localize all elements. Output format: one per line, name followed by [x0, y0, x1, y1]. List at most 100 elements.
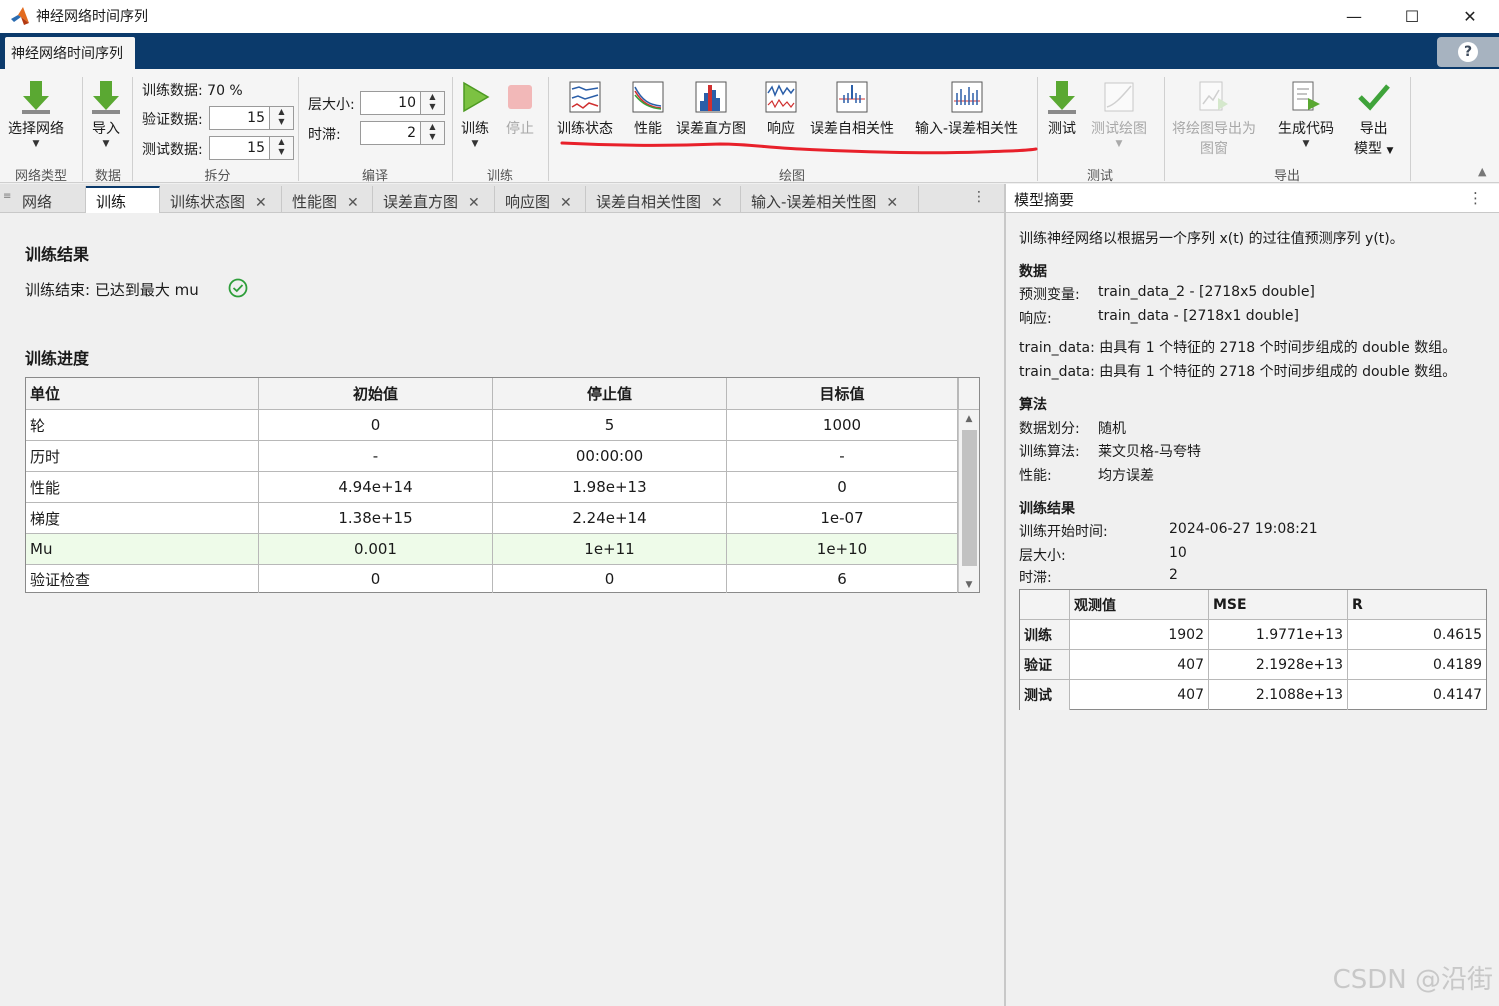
table-cell: -: [727, 441, 958, 471]
table-cell: 历时: [26, 441, 259, 471]
import-arrow-icon: [92, 81, 120, 114]
close-tab-icon[interactable]: ✕: [468, 195, 480, 211]
close-tab-icon[interactable]: ✕: [711, 195, 723, 211]
help-icon: ?: [1458, 42, 1478, 62]
performance-plot-button[interactable]: 性能: [632, 77, 664, 139]
tab-label: 输入-误差相关性图: [751, 193, 877, 211]
spinner-arrows-icon[interactable]: ▲ ▼: [420, 122, 444, 144]
close-tab-icon[interactable]: ✕: [886, 195, 898, 211]
autocorrelation-icon: [836, 81, 868, 113]
table-cell: -: [259, 441, 493, 471]
spinner-arrows-icon[interactable]: ▲ ▼: [420, 92, 444, 114]
layer-size-spinner[interactable]: 10 ▲ ▼: [360, 91, 445, 115]
layer-size-label: 层大小:: [308, 97, 355, 113]
cross-correlation-icon: [951, 81, 983, 113]
test-data-value: 15: [247, 140, 265, 156]
tab-performance-plot[interactable]: 性能图 ✕: [282, 186, 373, 213]
tab-error-histogram-plot[interactable]: 误差直方图 ✕: [373, 186, 495, 213]
scrollbar-thumb[interactable]: [962, 430, 977, 566]
tab-menu-icon[interactable]: ≡: [3, 191, 11, 202]
export-model-button[interactable]: 导出 模型 ▼: [1354, 77, 1393, 161]
validation-data-spinner[interactable]: 15 ▲ ▼: [209, 106, 294, 130]
input-error-correlation-plot-button[interactable]: 输入-误差相关性: [915, 77, 1018, 139]
tab-label: 误差直方图: [383, 193, 459, 211]
toolstrip: 选择网络 ▼ 网络类型 导入 ▼ 数据 训练数据: 70 % 验证数据: 15 …: [0, 69, 1499, 184]
close-tab-icon[interactable]: ✕: [347, 195, 359, 211]
maximize-button[interactable]: ☐: [1383, 0, 1441, 33]
tab-network[interactable]: 网络: [12, 186, 86, 213]
scroll-down-icon[interactable]: ▼: [959, 580, 979, 590]
more-options-icon[interactable]: ⋮: [1468, 189, 1483, 207]
response-label: 响应: [767, 121, 795, 137]
response-plot-icon: [765, 81, 797, 113]
tab-training-state-plot[interactable]: 训练状态图 ✕: [160, 186, 282, 213]
close-tab-icon[interactable]: ✕: [255, 195, 267, 211]
separator: [1037, 77, 1038, 181]
header-initial: 初始值: [259, 378, 493, 409]
summary-intro: 训练神经网络以根据另一个序列 x(t) 的过往值预测序列 y(t)。: [1019, 231, 1404, 247]
algorithm-value: 莱文贝格-马夸特: [1098, 444, 1202, 460]
error-autocorrelation-plot-button[interactable]: 误差自相关性: [810, 77, 894, 139]
dropdown-arrow-icon: ▼: [32, 139, 40, 149]
separator: [82, 77, 83, 181]
training-state-plot-button[interactable]: 训练状态: [557, 77, 613, 139]
scroll-up-icon[interactable]: ▲: [959, 414, 979, 424]
table-scrollbar[interactable]: ▲ ▼: [958, 410, 979, 592]
import-button[interactable]: 导入 ▼: [90, 77, 122, 149]
tab-time-series[interactable]: 神经网络时间序列: [5, 37, 135, 69]
layer-size-value: 10: [398, 95, 416, 111]
table-cell: 0: [259, 565, 493, 593]
minimize-button[interactable]: —: [1325, 0, 1383, 33]
response-plot-button[interactable]: 响应: [765, 77, 797, 139]
delay-label: 时滞:: [308, 127, 341, 143]
input-error-correlation-label: 输入-误差相关性: [915, 121, 1019, 137]
test-plot-label: 测试绘图: [1091, 121, 1147, 137]
table-cell: 0.4147: [1433, 687, 1482, 703]
table-cell: 1902: [1070, 620, 1209, 649]
tab-input-error-correlation-plot[interactable]: 输入-误差相关性图 ✕: [741, 186, 919, 213]
train-button[interactable]: 训练 ▼: [460, 77, 490, 149]
more-options-icon[interactable]: ⋮: [972, 189, 986, 205]
summary-table-header: 观测值 MSE R: [1020, 590, 1486, 620]
close-tab-icon[interactable]: ✕: [560, 195, 572, 211]
matlab-logo-icon: [11, 7, 29, 25]
success-check-icon: [228, 278, 248, 298]
group-split: 拆分: [204, 169, 231, 184]
red-underline-annotation: [560, 141, 1038, 155]
tab-error-autocorrelation-plot[interactable]: 误差自相关性图 ✕: [586, 186, 741, 213]
stop-button[interactable]: 停止: [505, 77, 535, 139]
table-row: 性能 4.94e+14 1.98e+13 0: [26, 472, 958, 503]
export-plot-button[interactable]: 将绘图导出为 图窗: [1172, 77, 1256, 159]
tab-network-label: 网络: [22, 193, 53, 211]
table-cell: 6: [727, 565, 958, 593]
tab-training[interactable]: 训练: [86, 186, 160, 213]
generate-code-button[interactable]: 生成代码 ▼: [1278, 77, 1334, 149]
table-cell: 梯度: [26, 503, 259, 533]
response-value: train_data - [2718x1 double]: [1098, 308, 1299, 324]
collapse-ribbon-icon[interactable]: ▲: [1478, 165, 1486, 178]
spinner-arrows-icon[interactable]: ▲ ▼: [269, 137, 293, 159]
table-cell: 2.1928e+13: [1209, 650, 1348, 679]
validation-data-value: 15: [247, 110, 265, 126]
start-time-value: 2024-06-27 19:08:21: [1169, 521, 1318, 537]
test-button[interactable]: 测试: [1046, 77, 1078, 139]
progress-title: 训练进度: [25, 349, 90, 368]
close-button[interactable]: ✕: [1441, 0, 1499, 33]
delay-value: 2: [1169, 567, 1178, 583]
download-arrow-icon: [22, 81, 50, 114]
table-cell: 0: [259, 410, 493, 440]
test-plot-button[interactable]: 测试绘图 ▼: [1091, 77, 1147, 149]
group-compile: 编译: [361, 169, 388, 184]
delay-spinner[interactable]: 2 ▲ ▼: [360, 121, 445, 145]
model-summary-title: 模型摘要: [1014, 191, 1075, 209]
test-data-spinner[interactable]: 15 ▲ ▼: [209, 136, 294, 160]
tab-response-plot[interactable]: 响应图 ✕: [495, 186, 586, 213]
spinner-arrows-icon[interactable]: ▲ ▼: [269, 107, 293, 129]
select-network-button[interactable]: 选择网络 ▼: [8, 77, 64, 149]
delay-value: 2: [407, 125, 416, 141]
error-histogram-plot-button[interactable]: 误差直方图: [676, 77, 746, 139]
table-cell: 0.4189: [1433, 656, 1482, 673]
generate-code-icon: [1292, 81, 1320, 111]
table-cell: 1.98e+13: [493, 472, 727, 502]
help-button[interactable]: ?: [1437, 37, 1499, 67]
